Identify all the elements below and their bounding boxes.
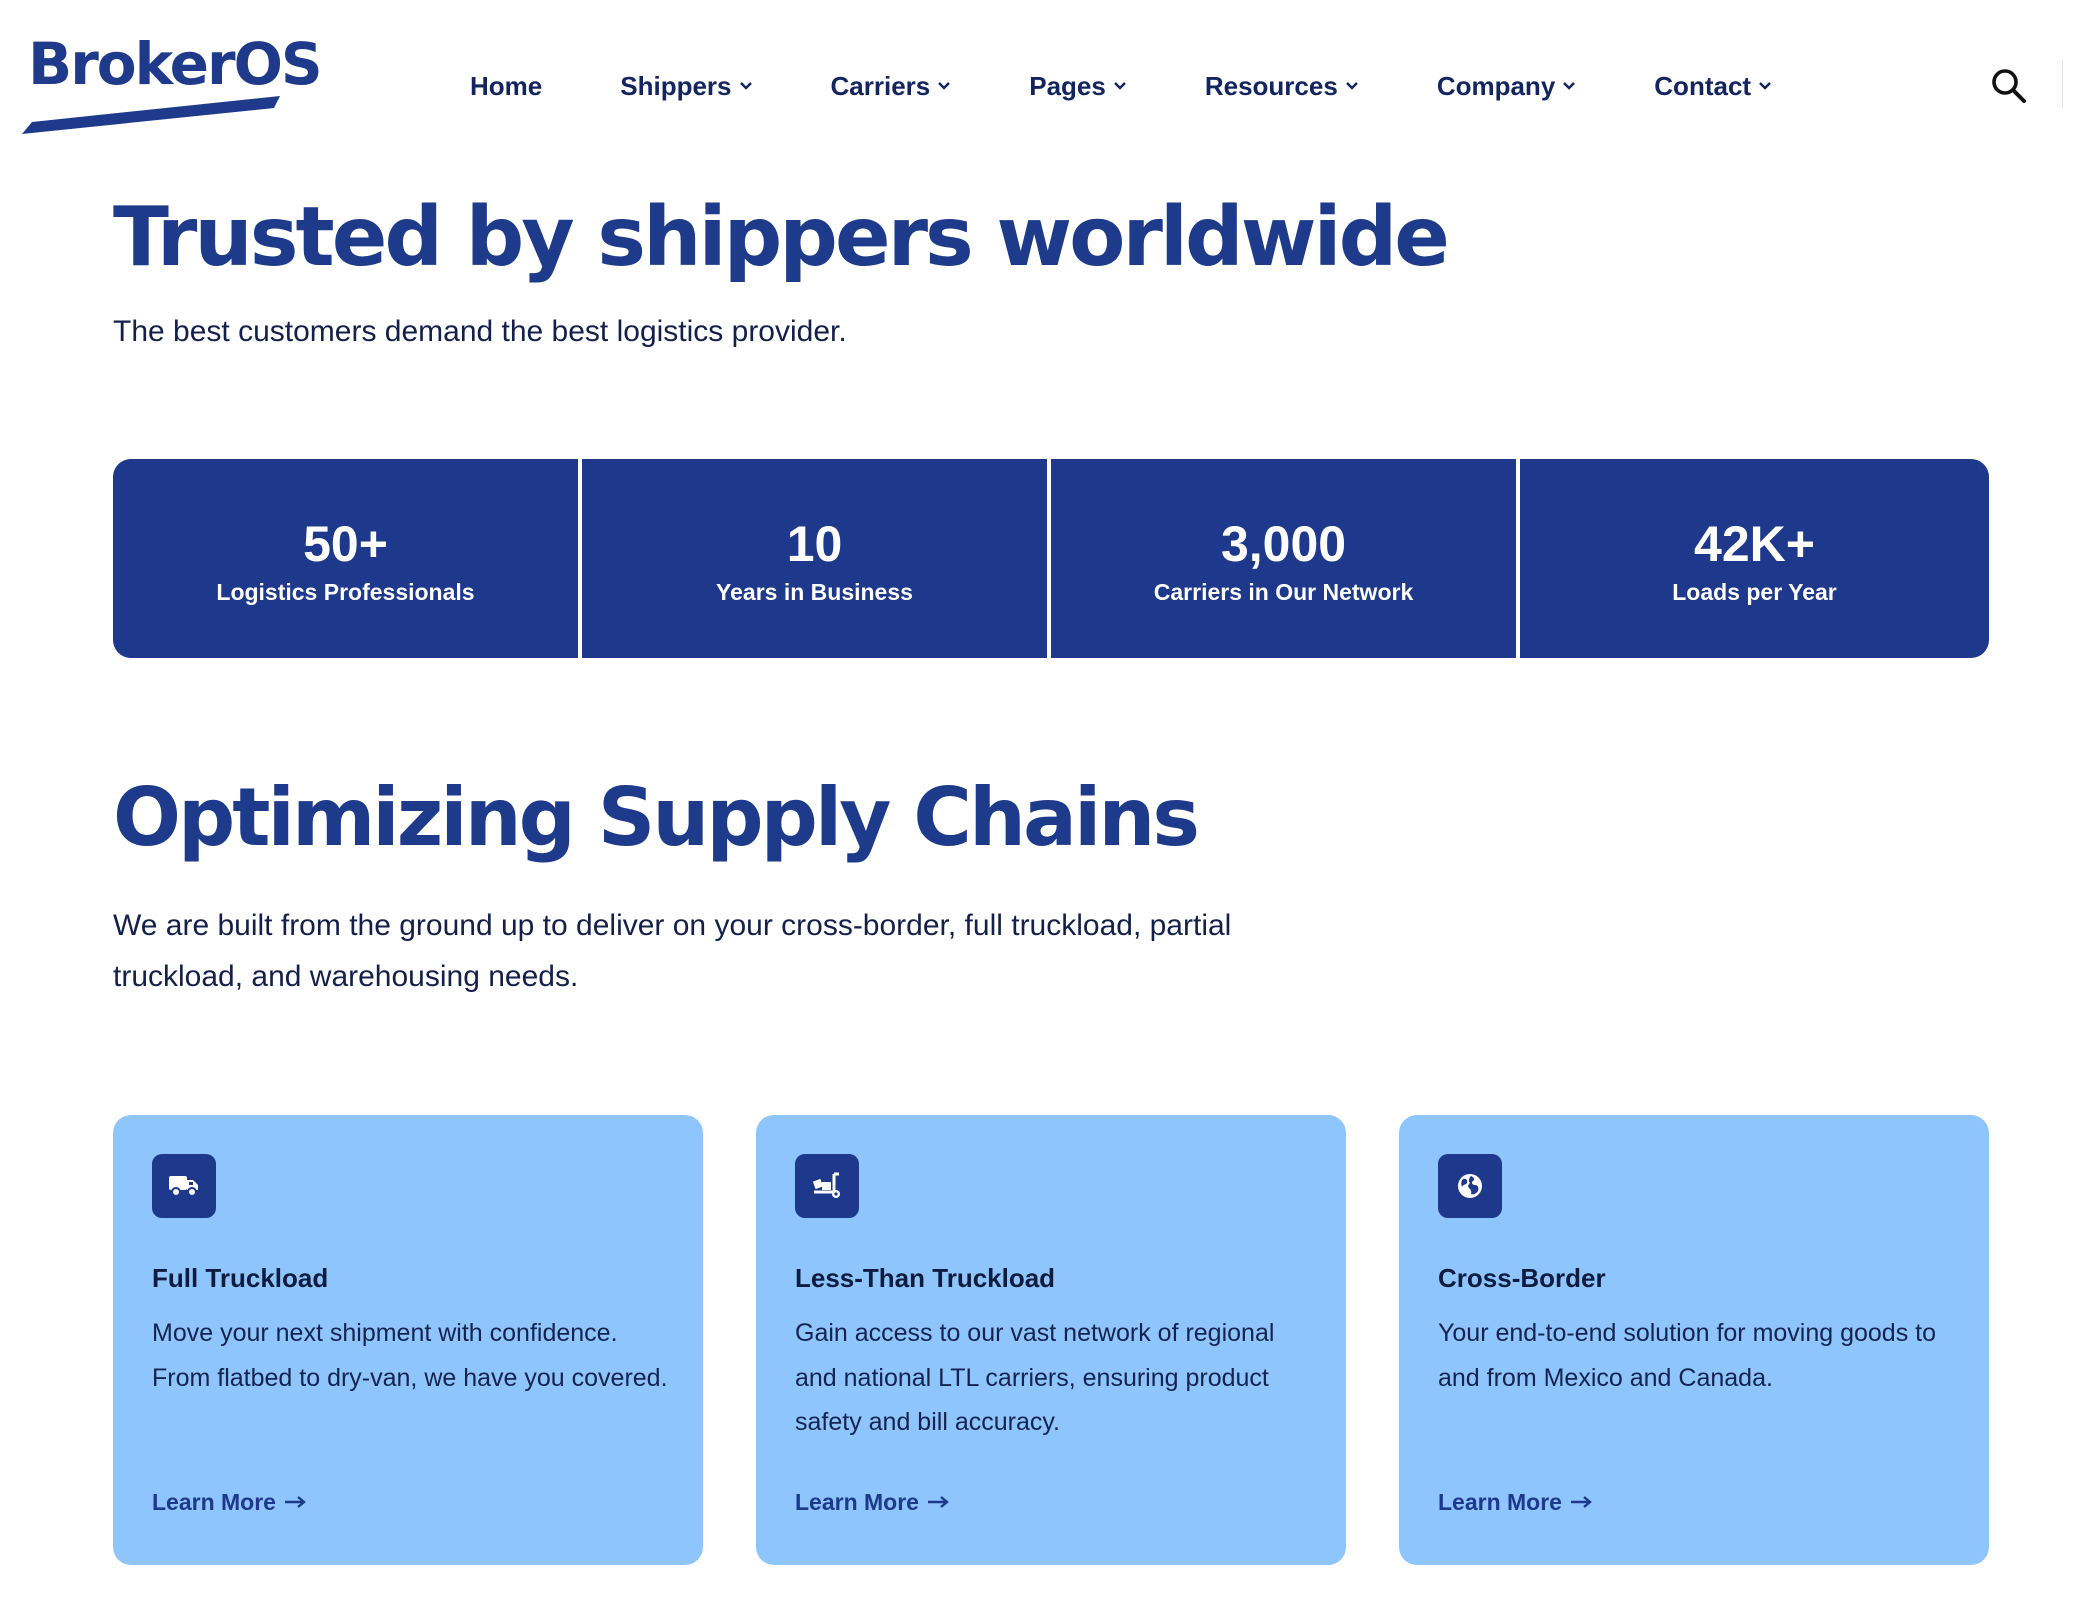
nav-label-carriers: Carriers (830, 70, 931, 101)
service-card-cross-border: Cross-Border Your end-to-end solution fo… (1399, 1115, 1989, 1565)
card-title: Full Truckload (152, 1263, 329, 1293)
chevron-down-icon (1345, 82, 1358, 90)
site-header: BrokerOS Home Shippers Carriers Pages Re… (0, 0, 2096, 170)
truck-icon (152, 1154, 216, 1218)
nav-item-company[interactable]: Company (1437, 71, 1576, 102)
nav-item-contact[interactable]: Contact (1654, 71, 1772, 102)
learn-more-label: Learn More (795, 1489, 919, 1515)
nav-label-pages: Pages (1029, 70, 1106, 101)
hero-title: Trusted by shippers worldwide (113, 190, 1450, 285)
nav-label-contact: Contact (1654, 70, 1752, 101)
globe-icon (1438, 1154, 1502, 1218)
learn-more-link[interactable]: Learn More (795, 1487, 949, 1517)
stat-item: 42K+ Loads per Year (1520, 459, 1989, 658)
section-title: Optimizing Supply Chains (113, 771, 1200, 864)
card-description: Your end-to-end solution for moving good… (1438, 1319, 1937, 1392)
arrow-right-icon (284, 1496, 306, 1508)
learn-more-label: Learn More (1438, 1489, 1562, 1515)
logo-swoosh (22, 96, 280, 134)
service-card-ltl: Less-Than Truckload Gain access to our v… (756, 1115, 1346, 1565)
section-description: We are built from the ground up to deliv… (113, 909, 1232, 993)
learn-more-label: Learn More (152, 1489, 276, 1515)
stat-label: Logistics Professionals (216, 578, 475, 605)
hero-subtitle: The best customers demand the best logis… (113, 315, 847, 348)
card-description: Gain access to our vast network of regio… (795, 1319, 1275, 1436)
page: BrokerOS Home Shippers Carriers Pages Re… (0, 0, 2096, 1604)
stat-item: 50+ Logistics Professionals (113, 459, 582, 658)
stat-value: 50+ (303, 515, 388, 572)
arrow-right-icon (927, 1496, 949, 1508)
service-cards: Full Truckload Move your next shipment w… (113, 1115, 1989, 1565)
card-title: Cross-Border (1438, 1263, 1606, 1293)
nav-label-resources: Resources (1204, 70, 1338, 101)
nav-item-home[interactable]: Home (470, 71, 542, 102)
stat-label: Loads per Year (1672, 578, 1837, 605)
card-title: Less-Than Truckload (795, 1263, 1056, 1293)
stat-label: Carriers in Our Network (1153, 578, 1414, 605)
learn-more-link[interactable]: Learn More (152, 1487, 306, 1517)
chevron-down-icon (1113, 82, 1126, 90)
stat-value: 42K+ (1694, 515, 1815, 572)
nav-label-shippers: Shippers (620, 70, 732, 101)
header-divider (2062, 60, 2063, 108)
nav-item-pages[interactable]: Pages (1029, 71, 1127, 102)
stat-item: 10 Years in Business (582, 459, 1051, 658)
stat-value: 3,000 (1220, 515, 1347, 572)
arrow-right-icon (1570, 1496, 1592, 1508)
chevron-down-icon (938, 82, 951, 90)
stats-bar: 50+ Logistics Professionals 10 Years in … (113, 459, 1989, 658)
brokeros-logo[interactable]: BrokerOS (16, 30, 323, 136)
chevron-down-icon (1759, 82, 1771, 90)
search-icon[interactable] (1990, 66, 2028, 106)
stat-label: Years in Business (716, 578, 913, 605)
chevron-down-icon (739, 82, 752, 90)
service-card-full-truckload: Full Truckload Move your next shipment w… (113, 1115, 703, 1565)
chevron-down-icon (1563, 82, 1576, 90)
dolly-icon (795, 1154, 859, 1218)
learn-more-link[interactable]: Learn More (1438, 1487, 1592, 1517)
stat-item: 3,000 Carriers in Our Network (1051, 459, 1520, 658)
nav-label-home: Home (470, 70, 543, 101)
nav-item-shippers[interactable]: Shippers (620, 71, 752, 102)
main-nav: Home Shippers Carriers Pages Resources C… (470, 64, 1850, 108)
nav-label-company: Company (1436, 70, 1556, 101)
nav-item-resources[interactable]: Resources (1205, 71, 1359, 102)
nav-item-carriers[interactable]: Carriers (831, 71, 952, 102)
card-description: Move your next shipment with confidence.… (152, 1319, 668, 1392)
stat-value: 10 (786, 515, 843, 572)
logo-text: BrokerOS (28, 30, 323, 98)
